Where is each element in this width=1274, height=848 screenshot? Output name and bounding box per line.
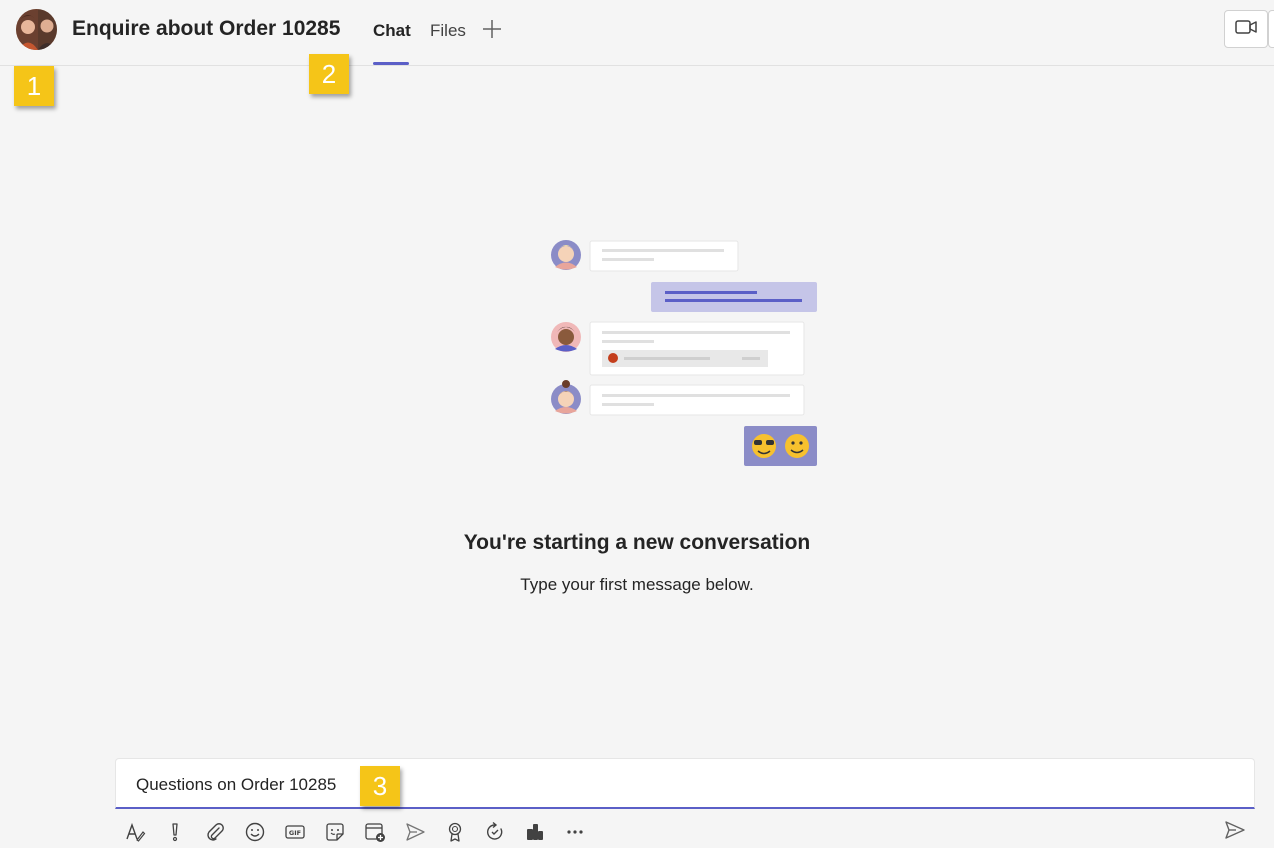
- new-conversation-illustration: [548, 236, 820, 470]
- message-input-text[interactable]: Questions on Order 10285: [136, 775, 336, 795]
- tab-files[interactable]: Files: [430, 21, 466, 41]
- gif-icon[interactable]: GIF: [283, 820, 307, 844]
- attach-icon[interactable]: [203, 820, 227, 844]
- tab-chat[interactable]: Chat: [373, 21, 411, 41]
- plus-icon[interactable]: [481, 18, 503, 40]
- format-icon[interactable]: [123, 820, 147, 844]
- callout-2: 2: [309, 54, 349, 94]
- video-call-button[interactable]: [1224, 10, 1268, 48]
- send-button[interactable]: [1222, 820, 1248, 844]
- praise-icon[interactable]: [443, 820, 467, 844]
- loop-icon[interactable]: [483, 820, 507, 844]
- message-compose-box[interactable]: Questions on Order 10285: [115, 758, 1255, 809]
- send-icon: [1224, 820, 1246, 845]
- chat-title: Enquire about Order 10285: [72, 17, 341, 40]
- important-icon[interactable]: [163, 820, 187, 844]
- emoji-icon[interactable]: [243, 820, 267, 844]
- empty-state-title: You're starting a new conversation: [463, 531, 811, 554]
- active-tab-indicator: [373, 62, 409, 65]
- stream-icon[interactable]: [403, 820, 427, 844]
- app-icon[interactable]: [523, 820, 547, 844]
- schedule-meeting-icon[interactable]: [363, 820, 387, 844]
- callout-1: 1: [14, 66, 54, 106]
- svg-text:GIF: GIF: [289, 829, 301, 837]
- callout-3: 3: [360, 766, 400, 806]
- chat-header: Enquire about Order 10285 Chat Files: [0, 0, 1274, 66]
- video-camera-icon: [1235, 19, 1257, 40]
- sticker-icon[interactable]: [323, 820, 347, 844]
- audio-call-button[interactable]: [1268, 10, 1274, 48]
- empty-state-subtitle: Type your first message below.: [520, 575, 754, 594]
- group-avatar[interactable]: [16, 9, 57, 50]
- more-options-icon[interactable]: [563, 820, 587, 844]
